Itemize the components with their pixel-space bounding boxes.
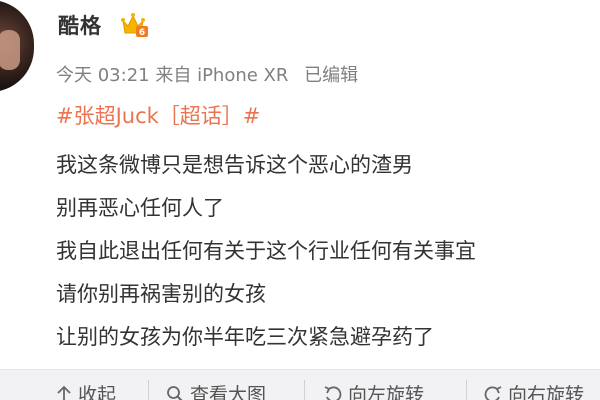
content-line: 请你别再祸害别的女孩 [56, 282, 266, 306]
arrow-up-icon [57, 385, 71, 400]
content-line: 我自此退出任何有关于这个行业任何有关事宜 [56, 239, 476, 263]
toolbar-divider [466, 380, 467, 400]
post-meta: 今天 03:21 来自 iPhone XR 已编辑 [56, 61, 358, 87]
toolbar-divider [148, 380, 149, 400]
collapse-label: 收起 [78, 384, 117, 400]
rotate-right-label: 向右旋转 [508, 384, 585, 400]
content-line: 别再恶心任何人了 [56, 196, 224, 220]
post-source[interactable]: 来自 iPhone XR [155, 65, 288, 86]
rotate-left-label: 向左旋转 [348, 384, 425, 400]
avatar[interactable] [0, 0, 34, 92]
image-toolbar: 收起 查看大图 向左旋转 向右旋转 [0, 369, 600, 400]
content-line: 我这条微博只是想告诉这个恶心的渣男 [56, 153, 413, 177]
username[interactable]: 酷格 [58, 10, 102, 40]
edited-label[interactable]: 已编辑 [304, 65, 358, 86]
vip-level-text: 6 [139, 28, 145, 38]
content-line: 让别的女孩为你半年吃三次紧急避孕药了 [56, 325, 434, 349]
super-topic-link[interactable]: #张超Juck［超话］# [56, 100, 260, 130]
toolbar-divider [304, 380, 305, 400]
view-large-label: 查看大图 [190, 384, 267, 400]
avatar-face [0, 30, 20, 70]
rotate-left-icon [324, 385, 342, 400]
rotate-left-button[interactable]: 向左旋转 [324, 380, 424, 400]
post-time[interactable]: 今天 03:21 [56, 65, 150, 86]
rotate-right-icon [484, 385, 502, 400]
collapse-button[interactable]: 收起 [56, 380, 116, 400]
rotate-right-button[interactable]: 向右旋转 [484, 380, 584, 400]
weibo-post: 酷格 6 今天 03:21 来自 iPhone XR 已编辑 #张超Juck［超… [0, 0, 600, 400]
vip-crown-icon[interactable]: 6 [120, 11, 150, 39]
post-content: 我这条微博只是想告诉这个恶心的渣男 别再恶心任何人了 我自此退出任何有关于这个行… [56, 144, 476, 359]
view-large-button[interactable]: 查看大图 [166, 380, 266, 400]
magnifier-icon [167, 385, 183, 400]
